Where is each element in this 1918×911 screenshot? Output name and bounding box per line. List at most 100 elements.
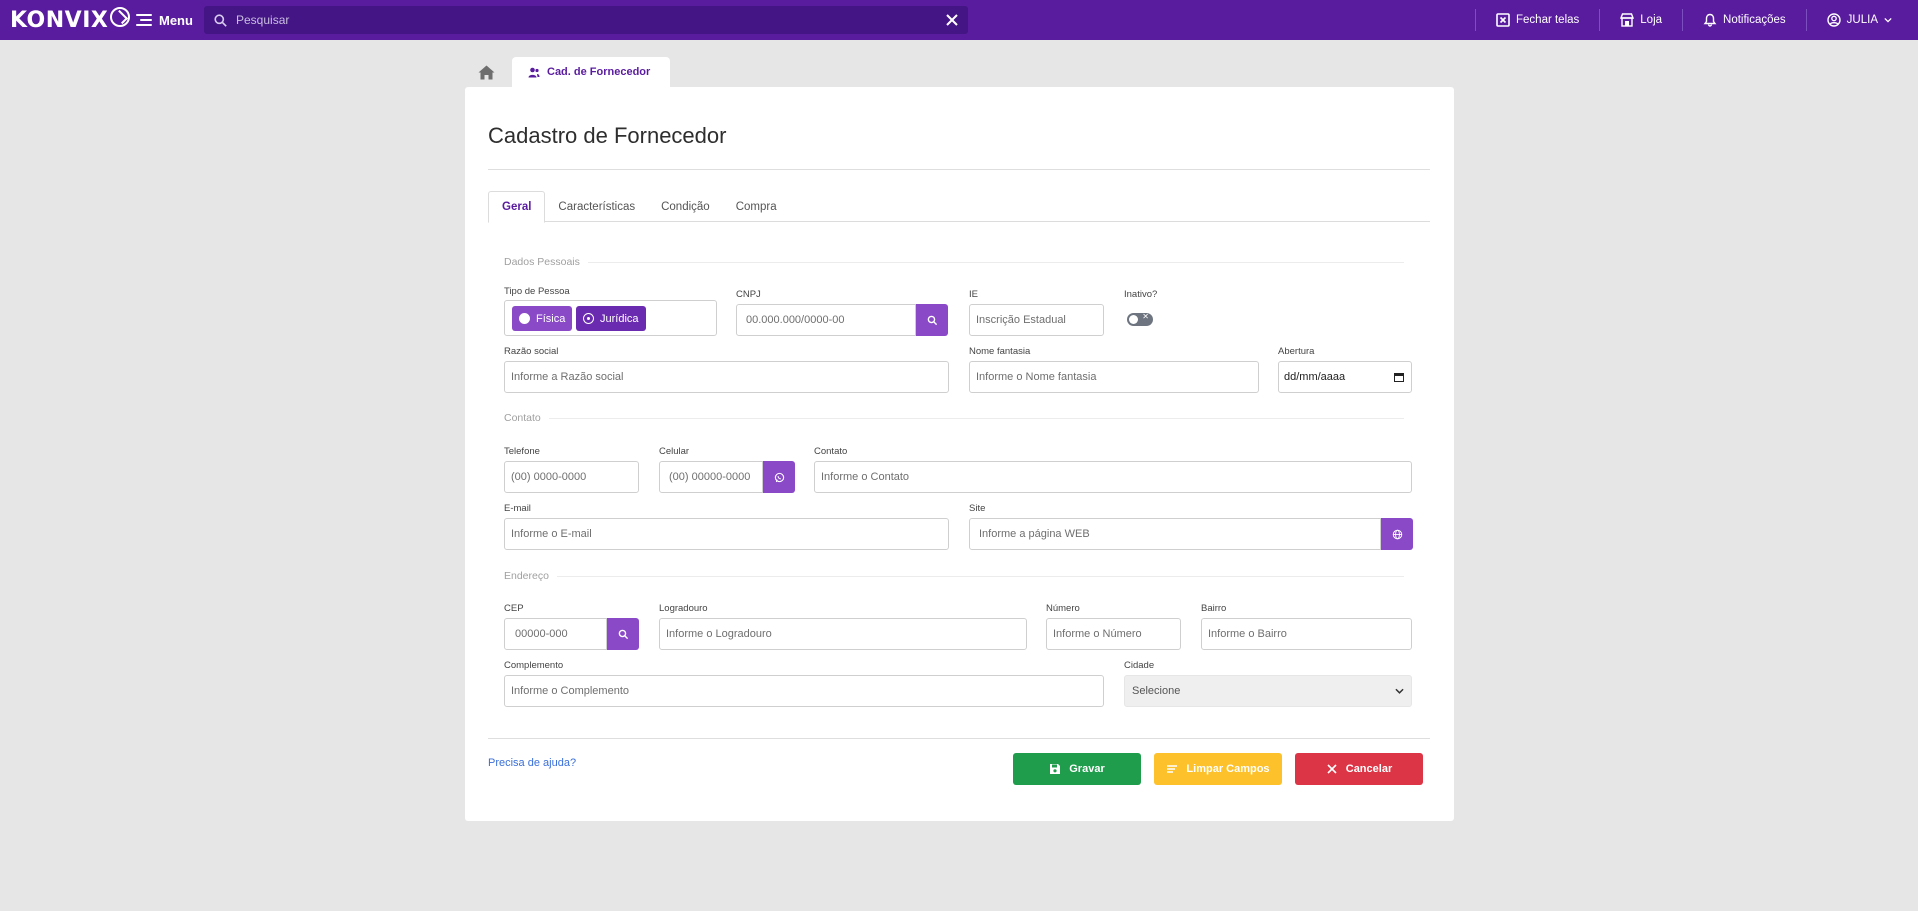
inativo-toggle[interactable]: ✕ <box>1127 312 1153 326</box>
toggle-knob <box>1129 315 1138 324</box>
notifications-label: Notificações <box>1723 14 1786 26</box>
close-tabs-icon <box>1496 13 1510 27</box>
notifications-button[interactable]: Notificações <box>1683 0 1806 40</box>
celular-label: Celular <box>659 446 690 457</box>
cep-search-button[interactable] <box>607 618 639 650</box>
razao-social-field <box>504 361 949 393</box>
form-subtabs: Geral Características Condição Compra <box>488 191 1430 223</box>
globe-icon <box>1392 529 1402 539</box>
razao-social-label: Razão social <box>504 346 559 357</box>
tab-condicao[interactable]: Condição <box>648 191 723 222</box>
close-icon[interactable] <box>946 14 958 26</box>
section-contact-title: Contato <box>504 412 541 424</box>
cidade-label: Cidade <box>1124 660 1155 671</box>
email-input[interactable] <box>505 519 948 549</box>
section-personal-title: Dados Pessoais <box>504 256 580 268</box>
radio-dot-selected-icon <box>583 313 594 324</box>
title-divider <box>488 169 1430 170</box>
clear-label: Limpar Campos <box>1186 763 1270 775</box>
radio-fisica[interactable]: Física <box>512 306 573 331</box>
cep-input[interactable] <box>505 619 606 649</box>
logo-mark-icon <box>110 7 131 27</box>
help-link[interactable]: Precisa de ajuda? <box>488 757 576 769</box>
section-contact: Contato <box>504 411 1404 425</box>
nome-fantasia-label: Nome fantasia <box>969 346 1031 357</box>
cidade-select[interactable]: Selecione <box>1124 675 1412 707</box>
telefone-input[interactable] <box>505 462 638 492</box>
abertura-label: Abertura <box>1278 346 1315 357</box>
celular-input[interactable] <box>660 462 762 492</box>
tipo-pessoa-label: Tipo de Pessoa <box>504 286 570 297</box>
bairro-input[interactable] <box>1202 619 1411 649</box>
razao-social-input[interactable] <box>505 362 948 392</box>
save-button[interactable]: Gravar <box>1013 753 1141 785</box>
search-icon <box>618 629 628 639</box>
clear-fields-button[interactable]: Limpar Campos <box>1154 753 1282 785</box>
ie-label: IE <box>969 289 978 300</box>
numero-input[interactable] <box>1047 619 1180 649</box>
contato-field <box>814 461 1412 493</box>
page-tabs: Cad. de Fornecedor <box>466 57 671 87</box>
complemento-label: Complemento <box>504 660 564 671</box>
nome-fantasia-input[interactable] <box>970 362 1258 392</box>
email-label: E-mail <box>504 503 531 514</box>
cnpj-search-button[interactable] <box>916 304 948 336</box>
cnpj-input[interactable] <box>737 305 915 335</box>
top-bar: KONVIX Menu Fechar telas Loja Notificaçõ… <box>0 0 1918 40</box>
logradouro-label: Logradouro <box>659 603 708 614</box>
radio-juridica[interactable]: Jurídica <box>576 306 646 331</box>
site-field <box>969 518 1381 550</box>
numero-field <box>1046 618 1181 650</box>
doc-tab-label: Cad. de Fornecedor <box>547 66 651 78</box>
cancel-label: Cancelar <box>1345 763 1393 775</box>
inativo-label: Inativo? <box>1124 289 1158 300</box>
tab-geral[interactable]: Geral <box>488 191 546 223</box>
contato-label: Contato <box>814 446 848 457</box>
search-input[interactable] <box>236 13 946 27</box>
footer-divider <box>488 738 1430 739</box>
user-circle-icon <box>1826 13 1841 27</box>
menu-icon <box>136 14 152 26</box>
ie-input[interactable] <box>970 305 1103 335</box>
home-tab[interactable] <box>466 57 506 87</box>
logo-text: KONVIX <box>10 7 109 33</box>
save-label: Gravar <box>1069 763 1105 775</box>
site-label: Site <box>969 503 986 514</box>
tab-caracteristicas[interactable]: Características <box>545 191 648 222</box>
telefone-label: Telefone <box>504 446 540 457</box>
cnpj-field <box>736 304 916 336</box>
tipo-pessoa-group: Física Jurídica <box>504 300 717 336</box>
user-label: JULIA <box>1846 14 1878 26</box>
menu-label: Menu <box>159 12 193 28</box>
calendar-icon[interactable] <box>1394 372 1404 382</box>
menu-button[interactable]: Menu <box>136 10 193 30</box>
close-tabs-button[interactable]: Fechar telas <box>1476 0 1599 40</box>
whatsapp-icon <box>774 472 784 482</box>
contato-input[interactable] <box>815 462 1411 492</box>
tab-compra[interactable]: Compra <box>723 191 790 222</box>
store-button[interactable]: Loja <box>1600 0 1682 40</box>
top-right-actions: Fechar telas Loja Notificações JULIA <box>1475 0 1918 40</box>
radio-dot-icon <box>519 313 530 324</box>
complemento-input[interactable] <box>505 676 1103 706</box>
cnpj-label: CNPJ <box>736 289 761 300</box>
complemento-field <box>504 675 1104 707</box>
chevron-down-icon <box>1884 17 1892 23</box>
radio-fisica-label: Física <box>536 312 566 325</box>
konvix-logo[interactable]: KONVIX <box>10 7 131 33</box>
section-address-title: Endereço <box>504 570 549 582</box>
user-menu[interactable]: JULIA <box>1807 0 1918 40</box>
section-address: Endereço <box>504 569 1404 583</box>
open-site-button[interactable] <box>1381 518 1413 550</box>
abertura-date-input[interactable]: dd/mm/aaaa <box>1278 361 1412 393</box>
logradouro-field <box>659 618 1027 650</box>
abertura-value: dd/mm/aaaa <box>1284 371 1346 383</box>
site-input[interactable] <box>970 519 1380 549</box>
cancel-icon <box>1327 764 1337 774</box>
bairro-field <box>1201 618 1412 650</box>
logradouro-input[interactable] <box>660 619 1026 649</box>
nome-fantasia-field <box>969 361 1259 393</box>
cancel-button[interactable]: Cancelar <box>1295 753 1423 785</box>
whatsapp-button[interactable] <box>763 461 795 493</box>
tab-cad-fornecedor[interactable]: Cad. de Fornecedor <box>512 57 671 87</box>
